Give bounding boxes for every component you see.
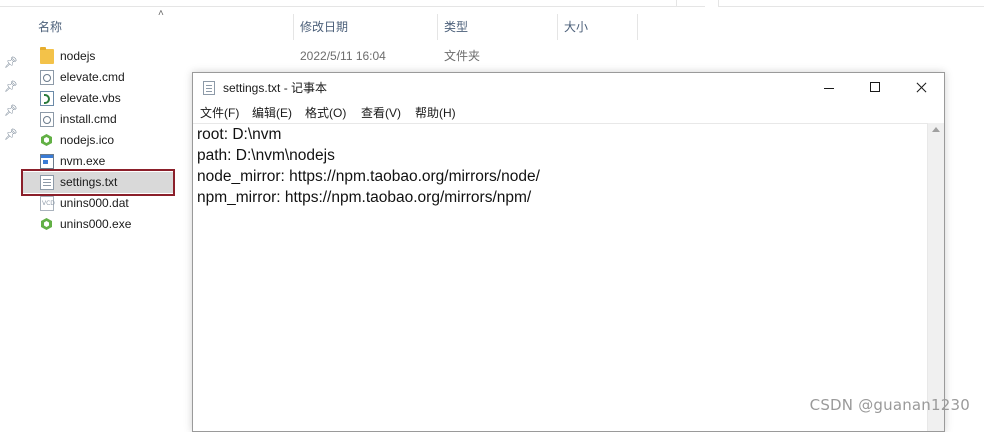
- list-item[interactable]: elevate.vbs: [22, 88, 192, 109]
- notepad-icon: [203, 81, 215, 95]
- title-bar[interactable]: settings.txt - 记事本: [193, 73, 944, 103]
- menu-help[interactable]: 帮助(H): [415, 103, 456, 123]
- vbs-script-icon: [40, 91, 54, 106]
- menu-format[interactable]: 格式(O): [305, 103, 346, 123]
- pin-icon[interactable]: 📌︎: [4, 80, 18, 94]
- maximize-button[interactable]: [852, 73, 898, 103]
- exe-file-icon: [40, 154, 54, 169]
- file-name: install.cmd: [60, 112, 117, 126]
- pin-icon[interactable]: 📌︎: [4, 56, 18, 70]
- menu-file[interactable]: 文件(F): [200, 103, 239, 123]
- cmd-file-icon: [40, 70, 54, 85]
- maximize-icon: [870, 82, 880, 92]
- minimize-button[interactable]: [806, 73, 852, 103]
- list-item[interactable]: install.cmd: [22, 109, 192, 130]
- file-name: elevate.cmd: [60, 70, 125, 84]
- watermark: CSDN @guanan1230: [809, 396, 970, 414]
- window-title: settings.txt - 记事本: [223, 81, 328, 95]
- close-button[interactable]: [898, 73, 944, 103]
- text-line: node_mirror: https://npm.taobao.org/mirr…: [197, 168, 540, 185]
- minimize-icon: [824, 88, 834, 89]
- vertical-scrollbar[interactable]: [927, 123, 944, 431]
- file-date: 2022/5/11 16:04: [300, 49, 386, 63]
- list-item[interactable]: nodejs.ico: [22, 130, 192, 151]
- sort-ascending-icon: ˄: [158, 8, 164, 19]
- list-item[interactable]: unins000.exe: [22, 214, 192, 235]
- menu-edit[interactable]: 编辑(E): [252, 103, 292, 123]
- text-editor[interactable]: root: D:\nvm path: D:\nvm\nodejs node_mi…: [193, 123, 928, 431]
- text-line: root: D:\nvm: [197, 126, 282, 143]
- text-line: path: D:\nvm\nodejs: [197, 147, 335, 164]
- pin-icon[interactable]: 📌︎: [4, 104, 18, 118]
- list-item[interactable]: VCD unins000.dat: [22, 193, 192, 214]
- pin-icon[interactable]: 📌︎: [4, 128, 18, 142]
- nodejs-hex-icon: [40, 217, 54, 232]
- text-line: npm_mirror: https://npm.taobao.org/mirro…: [197, 189, 532, 206]
- file-type: 文件夹: [444, 49, 481, 63]
- file-name: nodejs.ico: [60, 133, 115, 147]
- highlight-annotation: [21, 169, 175, 196]
- nodejs-hex-icon: [40, 133, 54, 148]
- list-item[interactable]: elevate.cmd: [22, 67, 192, 88]
- file-name: nodejs: [60, 49, 96, 63]
- menu-view[interactable]: 查看(V): [361, 103, 401, 123]
- folder-icon: [40, 47, 54, 64]
- file-name: elevate.vbs: [60, 91, 121, 105]
- toolbar-edge: [0, 0, 984, 7]
- list-item[interactable]: nodejs: [22, 46, 192, 67]
- column-name[interactable]: 名称: [38, 14, 62, 40]
- column-type[interactable]: 类型: [444, 14, 468, 40]
- column-size[interactable]: 大小: [564, 14, 588, 40]
- file-name: unins000.exe: [60, 217, 132, 231]
- file-name: unins000.dat: [60, 196, 129, 210]
- column-header: ˄ 名称 修改日期 类型 大小: [0, 8, 984, 40]
- menu-bar: 文件(F) 编辑(E) 格式(O) 查看(V) 帮助(H): [193, 103, 944, 123]
- scroll-up-icon[interactable]: [932, 127, 940, 132]
- dat-file-icon: VCD: [40, 196, 55, 211]
- cmd-file-icon: [40, 112, 54, 127]
- notepad-window: settings.txt - 记事本 文件(F) 编辑(E) 格式(O) 查看(…: [192, 72, 945, 432]
- column-date[interactable]: 修改日期: [300, 14, 348, 40]
